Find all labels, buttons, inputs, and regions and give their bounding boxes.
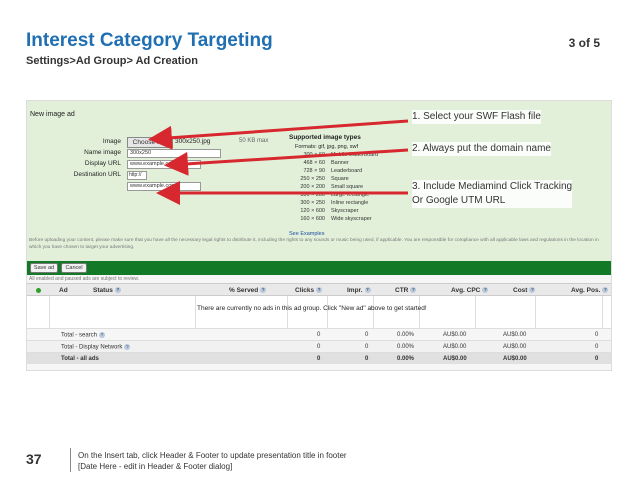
instruction-step1: 1. Select your SWF Flash file (412, 110, 541, 124)
arrow-step1 (148, 119, 409, 150)
instruction-step3: 3. Include Mediamind Click Tracking Or Go… (412, 180, 573, 208)
footer-divider (70, 448, 71, 472)
callout-arrows (148, 119, 409, 205)
instruction-step2: 2. Always put the domain name (412, 142, 551, 156)
slide-number: 37 (26, 451, 42, 467)
footer-text: On the Insert tab, click Header & Footer… (78, 451, 347, 471)
arrow-step2 (164, 148, 409, 176)
